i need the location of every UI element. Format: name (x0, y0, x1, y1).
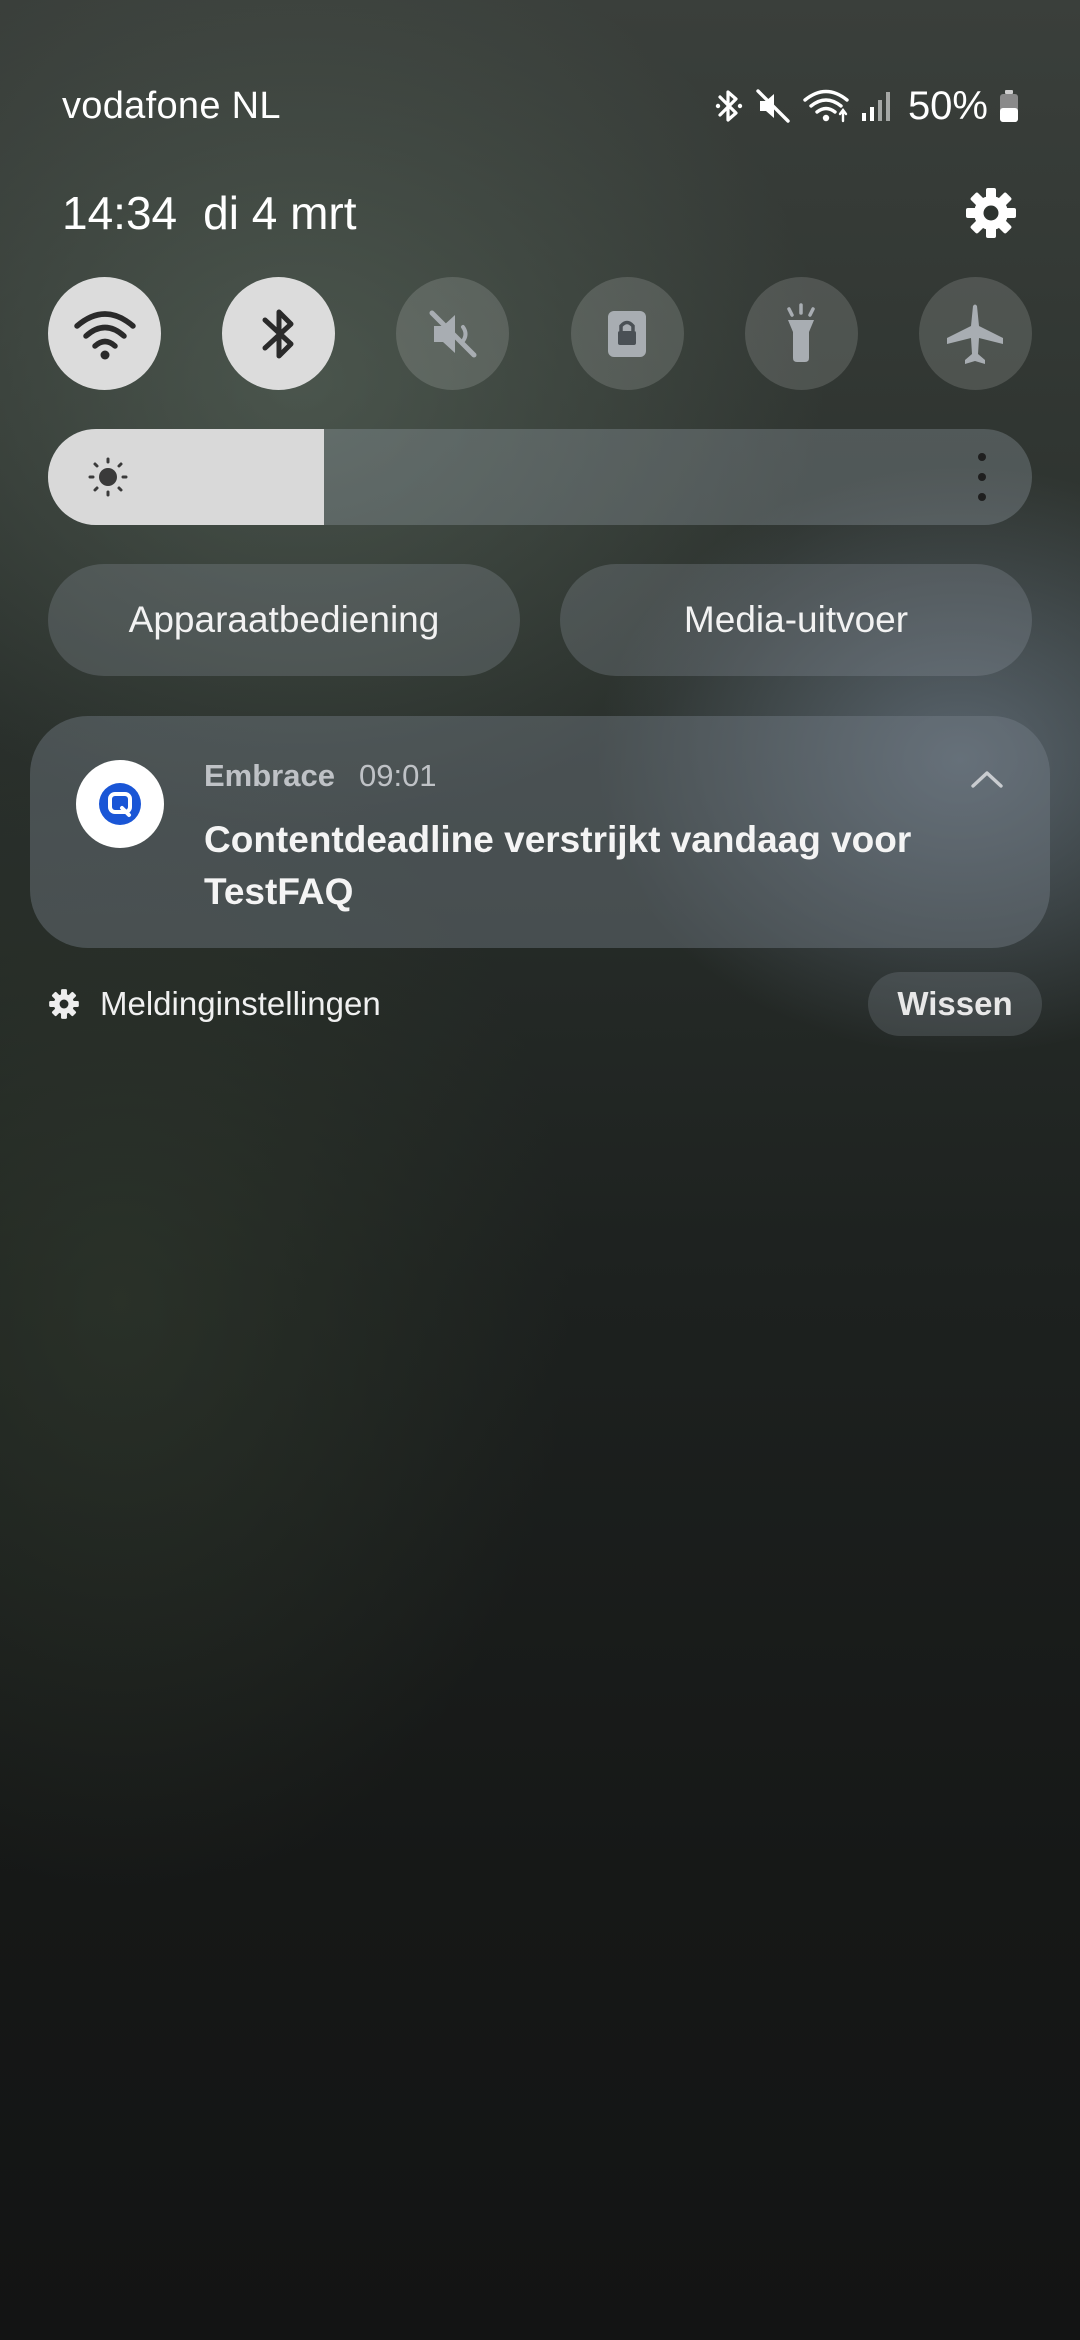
date-label: di 4 mrt (203, 187, 357, 239)
chevron-up-icon (971, 771, 1003, 788)
embrace-logo-icon (76, 760, 164, 848)
toggle-airplane-mode[interactable] (918, 277, 1032, 390)
settings-button[interactable] (958, 180, 1024, 246)
notification-card[interactable]: Embrace 09:01 Contentdeadline verstrijkt… (30, 716, 1050, 948)
toggle-sound[interactable] (396, 277, 510, 390)
battery-percentage: 50% (907, 83, 988, 128)
quick-toggles (48, 277, 1032, 390)
toggle-wifi[interactable] (48, 277, 161, 390)
bluetooth-icon (715, 90, 743, 122)
notification-settings-label: Meldinginstellingen (100, 985, 381, 1022)
flashlight-icon (787, 302, 815, 362)
datetime: 14:34 di 4 mrt (62, 186, 357, 240)
carrier-name: vodafone NL (62, 84, 281, 127)
notification-time: 09:01 (358, 758, 437, 793)
clock-time: 14:34 (62, 187, 178, 239)
notification-header: Embrace 09:01 (204, 758, 437, 794)
battery-icon (1000, 90, 1018, 122)
toggle-flashlight[interactable] (744, 277, 858, 390)
notification-app-name: Embrace (204, 758, 335, 793)
status-icons: 50% (714, 84, 1020, 129)
more-vertical-icon[interactable] (972, 453, 992, 501)
gear-icon (966, 188, 1016, 238)
notification-title: Contentdeadline verstrijkt vandaag voor … (204, 819, 912, 912)
brightness-slider[interactable] (48, 429, 1032, 525)
sun-icon (88, 457, 128, 497)
device-control-button[interactable]: Apparaatbediening (48, 564, 520, 676)
toggle-bluetooth[interactable] (222, 277, 336, 390)
airplane-icon (947, 304, 1004, 364)
date-row: 14:34 di 4 mrt (62, 180, 1024, 246)
clear-notifications-button[interactable]: Wissen (868, 972, 1042, 1036)
media-output-button[interactable]: Media-uitvoer (560, 564, 1032, 676)
collapse-notification-button[interactable] (962, 754, 1012, 804)
mute-icon (756, 89, 790, 123)
gear-icon (49, 989, 79, 1019)
toggle-screen-lock[interactable] (570, 277, 684, 390)
bluetooth-icon (262, 309, 294, 358)
quick-panel-buttons: Apparaatbediening Media-uitvoer (48, 564, 1032, 676)
mute-icon (429, 310, 477, 357)
lock-icon (608, 310, 647, 357)
wifi-icon (803, 89, 849, 123)
status-bar: vodafone NL 50% (62, 72, 1020, 140)
wifi-icon (73, 310, 136, 359)
notification-settings-link[interactable]: Meldinginstellingen (48, 978, 381, 1030)
signal-icon (861, 92, 890, 121)
